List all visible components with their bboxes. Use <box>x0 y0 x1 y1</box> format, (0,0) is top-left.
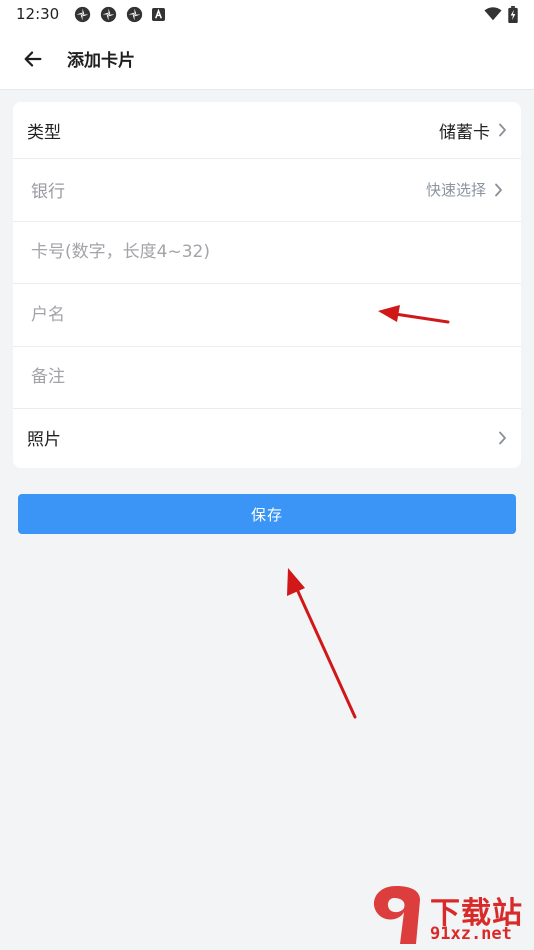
card-form: 类型 储蓄卡 银行 快速选择 照片 <box>13 102 521 468</box>
chevron-right-icon <box>499 431 506 444</box>
type-right: 储蓄卡 <box>439 118 507 143</box>
watermark-bottom: 91xz.net <box>430 924 512 944</box>
quick-select-link[interactable]: 快速选择 <box>426 179 486 200</box>
battery-charging-icon <box>508 5 518 23</box>
status-time: 12:30 <box>16 5 60 23</box>
bank-right[interactable]: 快速选择 <box>426 179 503 200</box>
bank-row[interactable]: 银行 快速选择 <box>13 159 521 222</box>
account-name-row <box>13 284 521 347</box>
type-value: 储蓄卡 <box>439 122 490 143</box>
account-name-input[interactable] <box>27 304 507 325</box>
chevron-right-icon <box>495 183 502 197</box>
arrow-left-icon <box>24 50 42 67</box>
bank-label: 银行 <box>31 182 65 203</box>
a-badge-icon <box>152 7 166 21</box>
card-number-input[interactable] <box>27 242 507 263</box>
logo-91-icon <box>373 886 420 944</box>
photo-row[interactable]: 照片 <box>13 409 521 466</box>
card-number-row <box>13 222 521 284</box>
save-button[interactable]: 保存 <box>18 494 516 534</box>
pinwheel-icon <box>101 6 117 22</box>
type-label: 类型 <box>27 122 61 143</box>
pinwheel-icon <box>127 6 143 22</box>
note-input[interactable] <box>27 367 507 388</box>
photo-right <box>498 431 507 445</box>
status-right <box>484 5 518 23</box>
pinwheel-icon <box>75 6 91 22</box>
back-button[interactable] <box>13 39 53 79</box>
chevron-right-icon <box>499 123 506 137</box>
watermark-logo: 下载站 91xz.net <box>360 880 534 950</box>
photo-label: 照片 <box>27 430 61 450</box>
wifi-icon <box>484 7 502 21</box>
page-title: 添加卡片 <box>67 51 135 71</box>
app-bar: 添加卡片 <box>0 28 534 90</box>
status-bar: 12:30 <box>0 0 534 28</box>
type-row[interactable]: 类型 储蓄卡 <box>13 102 521 159</box>
annotation-arrow-save <box>287 568 357 719</box>
note-row <box>13 347 521 409</box>
status-left: 12:30 <box>16 5 166 23</box>
